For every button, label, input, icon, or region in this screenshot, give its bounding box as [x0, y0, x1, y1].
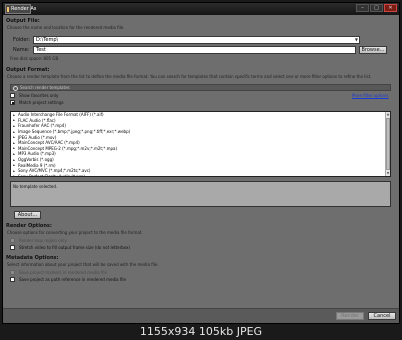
scroll-down-icon[interactable]: ▼: [386, 171, 390, 176]
free-disk-space: Free disk space: 805 GB.: [10, 56, 60, 61]
scroll-up-icon[interactable]: ▲: [386, 112, 390, 117]
output-format-title: Output Format:: [6, 67, 50, 73]
match-project-checkbox[interactable]: [10, 100, 15, 105]
close-button[interactable]: ✕: [384, 4, 397, 12]
template-name: OggVorbis (*.ogg): [18, 157, 54, 163]
stretch-video-row[interactable]: Stretch video to fill output frame size …: [10, 245, 130, 250]
metadata-options-title: Metadata Options:: [6, 255, 59, 261]
window-tab[interactable]: Render As: [5, 4, 36, 14]
render-options-title: Render Options:: [6, 223, 52, 229]
image-caption: 1155x934 105kb JPEG: [139, 325, 263, 338]
template-info-panel: No template selected.: [10, 181, 391, 207]
save-markers-row[interactable]: Save project markers in rendered media f…: [10, 270, 107, 275]
match-project-row[interactable]: Match project settings: [10, 100, 64, 105]
match-project-label: Match project settings: [19, 100, 64, 105]
browse-button[interactable]: Browse...: [359, 46, 387, 54]
save-path-checkbox[interactable]: [10, 277, 15, 282]
stretch-video-label: Stretch video to fill output frame size …: [19, 245, 131, 250]
show-favorites-label: Show favorites only: [19, 93, 59, 98]
output-file-description: Choose the name and location for the ren…: [7, 25, 125, 30]
stretch-video-checkbox[interactable]: [10, 245, 15, 250]
chevron-down-icon: ▼: [354, 37, 358, 42]
template-info-text: No template selected.: [13, 184, 58, 189]
more-filter-options-link[interactable]: More filter options: [352, 93, 389, 98]
window-title: Render As: [11, 6, 37, 12]
save-path-label: Save project as path reference in render…: [19, 277, 126, 282]
minimize-button[interactable]: –: [356, 4, 369, 12]
save-markers-checkbox[interactable]: [10, 270, 15, 275]
about-button[interactable]: About...: [14, 211, 41, 219]
loop-region-checkbox[interactable]: [10, 238, 15, 243]
template-name: MainConcept MPEG-2 (*.mpg;*.m2v;*.m2t;*.…: [18, 145, 118, 151]
template-list-item[interactable]: ► Sony Perfect Clarity Audio (*.pca): [11, 173, 390, 177]
metadata-options-description: Select information about your project th…: [7, 262, 159, 267]
render-button[interactable]: Render: [336, 312, 364, 320]
app-icon: [7, 6, 9, 12]
template-name: MP3 Audio (*.mp3): [18, 151, 56, 157]
render-options-description: Choose options for converting your proje…: [7, 230, 143, 235]
maximize-button[interactable]: □: [370, 4, 383, 12]
name-input[interactable]: Test: [33, 46, 356, 54]
template-name: Image Sequence (*.bmp;*.jpeg;*.png;*.tif…: [18, 129, 131, 135]
template-name: Sony AVC/MVC (*.mp4;*.m2ts;*.avc): [18, 168, 91, 174]
save-markers-label: Save project markers in rendered media f…: [19, 270, 107, 275]
loop-region-row[interactable]: Render loop region only: [10, 238, 67, 243]
template-list[interactable]: ► Audio Interchange File Format (AIFF) (*…: [10, 111, 391, 177]
template-name: Audio Interchange File Format (AIFF) (*.…: [18, 112, 104, 118]
cancel-button[interactable]: Cancel: [368, 312, 396, 320]
render-as-dialog: Render As – □ ✕ Output File: Choose the …: [2, 2, 400, 324]
folder-value: D:\Temp\: [36, 37, 59, 43]
folder-label: Folder:: [13, 37, 31, 43]
search-icon: [13, 86, 18, 91]
show-favorites-checkbox[interactable]: [10, 93, 15, 98]
save-path-row[interactable]: Save project as path reference in render…: [10, 277, 126, 282]
search-input[interactable]: [20, 85, 380, 90]
folder-dropdown[interactable]: D:\Temp\ ▼: [33, 36, 360, 44]
template-list-scrollbar[interactable]: ▲ ▼: [385, 112, 390, 176]
template-name: FLAC Audio (*.flac): [18, 117, 56, 123]
template-name: Sony Perfect Clarity Audio (*.pca): [18, 173, 85, 177]
window-controls: – □ ✕: [356, 4, 397, 12]
template-name: JPEG Audio (*.mov): [18, 134, 57, 140]
loop-region-label: Render loop region only: [19, 238, 67, 243]
template-name: RealMedia 9 (*.rm): [18, 162, 56, 168]
name-label: Name:: [13, 47, 30, 53]
template-name: Fraunhofer AAC (*.mp4): [18, 123, 66, 129]
scroll-thumb[interactable]: [386, 118, 390, 170]
show-favorites-row[interactable]: Show favorites only: [10, 93, 58, 98]
title-bar: Render As – □ ✕: [3, 3, 399, 15]
output-format-description: Choose a render template from the list t…: [7, 74, 372, 79]
template-search[interactable]: [10, 84, 391, 91]
output-file-title: Output File:: [6, 18, 40, 24]
template-name: MainConcept AVC/AAC (*.mp4): [18, 140, 80, 146]
